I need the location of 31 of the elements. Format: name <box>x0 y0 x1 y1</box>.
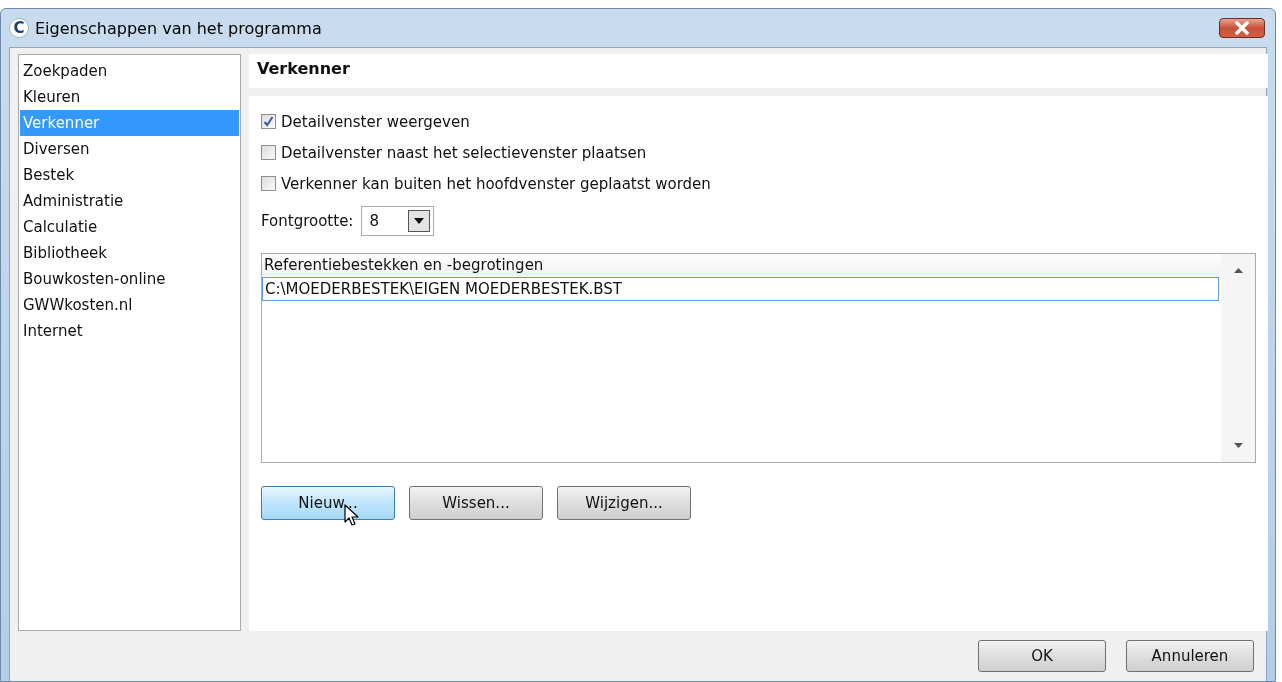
sidebar-item[interactable]: Kleuren <box>20 84 239 110</box>
list-row[interactable]: C:\MOEDERBESTEK\EIGEN MOEDERBESTEK.BST <box>262 277 1219 301</box>
checkbox-label: Detailvenster naast het selectievenster plaatsen <box>281 143 647 162</box>
section-heading: Verkenner <box>249 54 1268 88</box>
checkbox-label: Verkenner kan buiten het hoofdvenster geplaatst worden <box>281 174 711 193</box>
window-title: Eigenschappen van het programma <box>35 18 323 38</box>
dropdown-arrow-icon <box>414 218 425 224</box>
sidebar-item[interactable]: Calculatie <box>20 214 239 240</box>
sidebar-item[interactable]: Bestek <box>20 162 239 188</box>
sidebar-item[interactable]: Zoekpaden <box>20 58 239 84</box>
field-label: Fontgrootte: <box>261 212 354 230</box>
sidebar-item[interactable]: GWWkosten.nl <box>20 292 239 318</box>
dialog-button[interactable]: Wijzigen... <box>557 486 691 520</box>
checkbox[interactable] <box>261 176 276 191</box>
font-size-dropdown[interactable]: 8 <box>361 206 435 236</box>
dialog-button[interactable]: Wissen... <box>409 486 543 520</box>
app-icon: C <box>9 18 29 38</box>
sidebar-item[interactable]: Bibliotheek <box>20 240 239 266</box>
scroll-up-icon[interactable] <box>1233 268 1243 273</box>
sidebar-item[interactable]: Internet <box>20 318 239 344</box>
checkbox[interactable] <box>261 145 276 160</box>
sidebar-item[interactable]: Bouwkosten-online <box>20 266 239 292</box>
sidebar-item[interactable]: Diversen <box>20 136 239 162</box>
dialog-button[interactable]: Annuleren <box>1126 640 1254 672</box>
close-icon <box>1232 21 1252 35</box>
sidebar-item[interactable]: Administratie <box>20 188 239 214</box>
close-button[interactable] <box>1219 18 1265 38</box>
checkbox[interactable] <box>261 114 276 129</box>
scroll-down-icon[interactable] <box>1233 443 1243 448</box>
checkbox-label: Detailvenster weergeven <box>281 112 470 131</box>
dialog-button[interactable]: OK <box>978 640 1106 672</box>
